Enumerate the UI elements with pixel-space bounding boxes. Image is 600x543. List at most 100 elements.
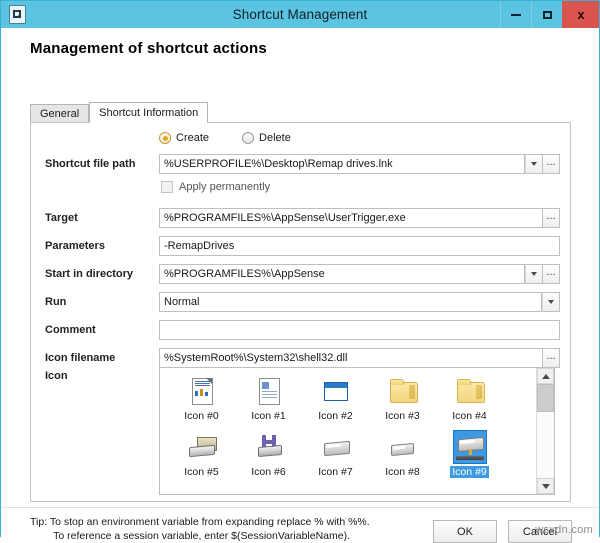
label-parameters: Parameters <box>45 240 157 252</box>
minimize-icon <box>511 14 521 16</box>
label-shortcut-file-path: Shortcut file path <box>45 158 157 170</box>
start-in-directory-browse-button[interactable]: ... <box>543 264 560 284</box>
tip-line-2: To reference a session variable, enter $… <box>30 530 350 542</box>
icon-item-7[interactable]: Icon #7 <box>302 430 369 486</box>
shortcut-file-path-browse-button[interactable]: ... <box>543 154 560 174</box>
tip-text: Tip: To stop an environment variable fro… <box>30 515 370 543</box>
watermark: wsxdn.com <box>535 524 593 536</box>
icon-item-6-caption: Icon #6 <box>249 466 287 478</box>
close-button[interactable]: x <box>562 1 599 28</box>
window-controls: x <box>500 1 599 28</box>
icon-item-8[interactable]: Icon #8 <box>369 430 436 486</box>
scroll-up-button[interactable] <box>537 368 554 384</box>
row-comment: Comment <box>31 320 570 340</box>
window-content: Management of shortcut actions General S… <box>1 28 599 537</box>
select-run[interactable]: Normal <box>159 292 542 312</box>
icon-item-3-caption: Icon #3 <box>383 410 421 422</box>
document-chart-icon <box>186 375 218 407</box>
chevron-down-icon <box>531 272 537 276</box>
radio-create[interactable]: Create <box>159 132 209 144</box>
input-start-in-directory[interactable]: %PROGRAMFILES%\AppSense <box>159 264 525 284</box>
label-comment: Comment <box>45 324 157 336</box>
row-target: Target %PROGRAMFILES%\AppSense\UserTrigg… <box>31 208 570 228</box>
apply-permanently-label: Apply permanently <box>179 181 270 193</box>
shortcut-management-window: Shortcut Management x Management of shor… <box>0 0 600 537</box>
chevron-down-icon <box>542 484 550 489</box>
tab-strip: General Shortcut Information <box>30 102 208 122</box>
icon-list-scrollbar[interactable] <box>536 368 554 494</box>
title-bar: Shortcut Management x <box>1 1 599 28</box>
label-icon-filename: Icon filename <box>45 352 157 364</box>
scroll-down-button[interactable] <box>537 478 554 494</box>
document-text-icon <box>253 375 285 407</box>
chevron-down-icon <box>531 162 537 166</box>
target-browse-button[interactable]: ... <box>543 208 560 228</box>
icon-item-4[interactable]: Icon #4 <box>436 374 503 430</box>
input-shortcut-file-path[interactable]: %USERPROFILE%\Desktop\Remap drives.lnk <box>159 154 525 174</box>
radio-delete-indicator <box>242 132 254 144</box>
field-target: %PROGRAMFILES%\AppSense\UserTrigger.exe … <box>159 208 560 228</box>
row-start-in-directory: Start in directory %PROGRAMFILES%\AppSen… <box>31 264 570 284</box>
row-parameters: Parameters -RemapDrives <box>31 236 570 256</box>
folder-icon <box>387 375 419 407</box>
icon-item-2[interactable]: Icon #2 <box>302 374 369 430</box>
radio-create-indicator <box>159 132 171 144</box>
tab-general[interactable]: General <box>30 104 89 122</box>
icon-item-1-caption: Icon #1 <box>249 410 287 422</box>
icon-item-5[interactable]: Icon #5 <box>168 430 235 486</box>
start-in-directory-dropdown-button[interactable] <box>525 264 543 284</box>
scrollbar-thumb[interactable] <box>537 384 554 412</box>
shortcut-information-panel: Create Delete Shortcut file path %USERPR… <box>30 122 571 502</box>
field-run: Normal <box>159 292 560 312</box>
input-comment[interactable] <box>159 320 560 340</box>
apply-permanently-indicator <box>161 181 173 193</box>
input-icon-filename[interactable]: %SystemRoot%\System32\shell32.dll <box>159 348 543 368</box>
icon-picker-list[interactable]: Icon #0 Icon #1 Icon #2 Icon #3 <box>159 367 555 495</box>
chevron-up-icon <box>542 374 550 379</box>
label-icon: Icon <box>45 370 68 382</box>
maximize-button[interactable] <box>531 1 562 28</box>
label-target: Target <box>45 212 157 224</box>
folder-open-icon <box>454 375 486 407</box>
icon-item-0-caption: Icon #0 <box>182 410 220 422</box>
row-shortcut-file-path: Shortcut file path %USERPROFILE%\Desktop… <box>31 154 570 174</box>
ok-button[interactable]: OK <box>433 520 497 543</box>
checkbox-apply-permanently[interactable]: Apply permanently <box>161 181 270 193</box>
input-parameters[interactable]: -RemapDrives <box>159 236 560 256</box>
icon-item-8-caption: Icon #8 <box>383 466 421 478</box>
icon-item-4-caption: Icon #4 <box>450 410 488 422</box>
field-start-in-directory: %PROGRAMFILES%\AppSense ... <box>159 264 560 284</box>
label-run: Run <box>45 296 157 308</box>
icon-item-0[interactable]: Icon #0 <box>168 374 235 430</box>
icon-item-6[interactable]: Icon #6 <box>235 430 302 486</box>
radio-delete[interactable]: Delete <box>242 132 291 144</box>
tab-shortcut-information[interactable]: Shortcut Information <box>89 102 208 123</box>
field-parameters: -RemapDrives <box>159 236 560 256</box>
action-radio-group: Create Delete <box>159 132 291 144</box>
window-icon <box>320 375 352 407</box>
shortcut-file-path-dropdown-button[interactable] <box>525 154 543 174</box>
icon-item-3[interactable]: Icon #3 <box>369 374 436 430</box>
input-target[interactable]: %PROGRAMFILES%\AppSense\UserTrigger.exe <box>159 208 543 228</box>
icon-item-9[interactable]: Icon #9 <box>436 430 503 486</box>
shortcut-app-icon <box>9 5 26 24</box>
chevron-down-icon <box>548 300 554 304</box>
icon-grid: Icon #0 Icon #1 Icon #2 Icon #3 <box>160 368 536 494</box>
field-icon-filename: %SystemRoot%\System32\shell32.dll ... <box>159 348 560 368</box>
label-start-in-directory: Start in directory <box>45 268 157 280</box>
scrollbar-track[interactable] <box>537 384 554 478</box>
minimize-button[interactable] <box>500 1 531 28</box>
row-run: Run Normal <box>31 292 570 312</box>
icon-item-2-caption: Icon #2 <box>316 410 354 422</box>
icon-item-1[interactable]: Icon #1 <box>235 374 302 430</box>
radio-create-label: Create <box>176 132 209 144</box>
maximize-icon <box>543 11 552 19</box>
page-title: Management of shortcut actions <box>30 40 267 57</box>
radio-delete-label: Delete <box>259 132 291 144</box>
run-dropdown-button[interactable] <box>542 292 560 312</box>
icon-filename-browse-button[interactable]: ... <box>543 348 560 368</box>
field-shortcut-file-path: %USERPROFILE%\Desktop\Remap drives.lnk .… <box>159 154 560 174</box>
footer-divider <box>1 507 599 508</box>
row-icon-filename: Icon filename %SystemRoot%\System32\shel… <box>31 348 570 368</box>
scanner-icon <box>186 431 218 463</box>
